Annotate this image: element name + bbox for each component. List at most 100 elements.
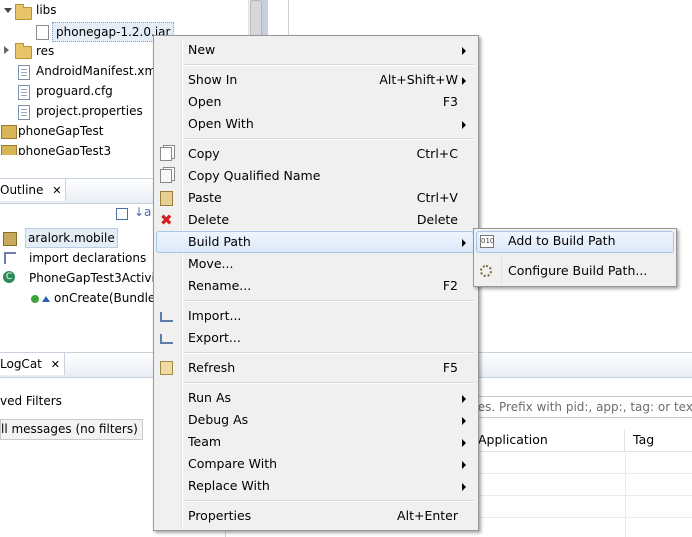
expand-icon[interactable] <box>4 46 9 54</box>
menu-item-export[interactable]: Export... <box>154 327 478 349</box>
menu-item-label: Export... <box>188 330 241 345</box>
package-icon <box>3 232 17 246</box>
tree-item-manifest[interactable]: AndroidManifest.xml <box>36 61 160 81</box>
menu-item-copy-qualified-name[interactable]: Copy Qualified Name <box>154 165 478 187</box>
menu-item-copy[interactable]: Copy Ctrl+C <box>154 143 478 165</box>
column-label: Tag <box>633 432 655 447</box>
menu-item-import[interactable]: Import... <box>154 305 478 327</box>
file-icon <box>18 85 30 100</box>
refresh-icon <box>160 361 173 375</box>
menu-item-compare-with[interactable]: Compare With <box>154 453 478 475</box>
tree-item-res[interactable]: res <box>36 41 54 61</box>
menu-item-build-path[interactable]: Build Path <box>154 231 478 253</box>
menu-item-label: Debug As <box>188 412 249 427</box>
menu-separator <box>184 300 474 302</box>
tree-item-proguard[interactable]: proguard.cfg <box>36 81 113 101</box>
menu-item-run-as[interactable]: Run As <box>154 387 478 409</box>
copy-qualified-icon <box>160 169 172 183</box>
filter-item-all[interactable]: ll messages (no filters) <box>0 419 143 440</box>
import-icon <box>160 312 173 322</box>
menu-item-label: Paste <box>188 190 222 205</box>
menu-item-shortcut: Alt+Shift+W <box>379 72 458 87</box>
menu-item-shortcut: Delete <box>416 212 458 227</box>
method-icon <box>31 295 39 303</box>
outline-item-imports[interactable]: import declarations <box>29 248 146 268</box>
menu-item-debug-as[interactable]: Debug As <box>154 409 478 431</box>
outline-item-package[interactable]: aralork.mobile <box>25 228 118 248</box>
menu-item-label: Build Path <box>188 234 251 249</box>
menu-item-shortcut: Ctrl+C <box>416 146 458 161</box>
column-header-tag[interactable]: Tag <box>633 429 654 451</box>
column-header-application[interactable]: Application <box>478 429 625 451</box>
menu-item-add-to-build-path[interactable]: 010 Add to Build Path <box>474 230 676 252</box>
close-icon[interactable]: ✕ <box>52 184 61 197</box>
file-icon <box>18 105 30 120</box>
menu-item-paste[interactable]: Paste Ctrl+V <box>154 187 478 209</box>
submenu-arrow-icon <box>462 395 466 403</box>
menu-item-replace-with[interactable]: Replace With <box>154 475 478 497</box>
tree-item-label: phoneGapTest <box>18 124 104 138</box>
menu-item-new[interactable]: New <box>154 39 478 61</box>
menu-item-open[interactable]: Open F3 <box>154 91 478 113</box>
search-hint: xes. Prefix with pid:, app:, tag: or tex… <box>471 400 692 414</box>
import-decl-icon <box>4 252 16 264</box>
tree-item-phonegaptest[interactable]: phoneGapTest <box>18 121 103 141</box>
logcat-rows <box>470 452 692 537</box>
build-path-submenu: 010 Add to Build Path Configure Build Pa… <box>473 228 677 287</box>
outline-item-class[interactable]: PhoneGapTest3Activity <box>29 268 167 288</box>
export-icon <box>160 334 173 344</box>
menu-separator <box>184 64 474 66</box>
menu-item-label: Refresh <box>188 360 236 375</box>
menu-item-label: Team <box>188 434 222 449</box>
menu-item-label: Rename... <box>188 278 252 293</box>
collapse-icon[interactable] <box>4 8 12 13</box>
delete-icon: ✖ <box>160 211 173 229</box>
logcat-col-divider <box>625 452 626 537</box>
menu-item-team[interactable]: Team <box>154 431 478 453</box>
menu-item-label: Show In <box>188 72 238 87</box>
menu-item-refresh[interactable]: Refresh F5 <box>154 357 478 379</box>
menu-item-shortcut: Alt+Enter <box>397 508 458 523</box>
submenu-arrow-icon <box>462 417 466 425</box>
tree-item-label: res <box>36 44 55 58</box>
menu-item-label: Properties <box>188 508 252 523</box>
menu-item-label: Run As <box>188 390 232 405</box>
tree-item-libs[interactable]: libs <box>36 0 57 20</box>
menu-item-configure-build-path[interactable]: Configure Build Path... <box>474 260 676 282</box>
submenu-arrow-icon <box>462 483 466 491</box>
menu-item-label: Open With <box>188 116 254 131</box>
collapse-all-icon[interactable] <box>116 208 128 220</box>
outline-item-label: onCreate(Bundle) <box>54 291 160 305</box>
add-build-path-icon: 010 <box>480 235 494 248</box>
outline-item-method[interactable]: onCreate(Bundle) <box>54 288 160 308</box>
tab-label: Outline <box>0 183 44 197</box>
filter-item-label: ll messages (no filters) <box>1 422 138 436</box>
submenu-arrow-icon <box>462 77 466 85</box>
submenu-arrow-icon <box>462 121 466 129</box>
tree-item-project-properties[interactable]: project.properties <box>36 101 143 121</box>
menu-item-rename[interactable]: Rename... F2 <box>154 275 478 297</box>
menu-item-move[interactable]: Move... <box>154 253 478 275</box>
tab-logcat[interactable]: LogCat ✕ <box>0 353 65 375</box>
tab-outline[interactable]: Outline ✕ <box>0 179 67 201</box>
menu-item-label: Import... <box>188 308 242 323</box>
logcat-search-input[interactable]: xes. Prefix with pid:, app:, tag: or tex… <box>470 396 692 418</box>
menu-item-shortcut: F3 <box>442 94 458 109</box>
sort-icon[interactable]: ↓a <box>134 205 151 219</box>
menu-separator <box>184 500 474 502</box>
menu-item-label: Configure Build Path... <box>508 263 648 278</box>
menu-item-label: Compare With <box>188 456 278 471</box>
menu-item-label: Add to Build Path <box>508 233 616 248</box>
menu-item-shortcut: F2 <box>442 278 458 293</box>
menu-separator <box>184 352 474 354</box>
menu-item-show-in[interactable]: Show In Alt+Shift+W <box>154 69 478 91</box>
menu-item-properties[interactable]: Properties Alt+Enter <box>154 505 478 527</box>
submenu-arrow-icon <box>462 239 466 247</box>
saved-filters-label: ved Filters <box>0 394 62 408</box>
menu-item-open-with[interactable]: Open With <box>154 113 478 135</box>
menu-item-label: Copy <box>188 146 220 161</box>
tree-item-label: project.properties <box>36 104 143 118</box>
menu-item-delete[interactable]: ✖ Delete Delete <box>154 209 478 231</box>
menu-item-shortcut: Ctrl+V <box>416 190 458 205</box>
close-icon[interactable]: ✕ <box>51 358 60 371</box>
